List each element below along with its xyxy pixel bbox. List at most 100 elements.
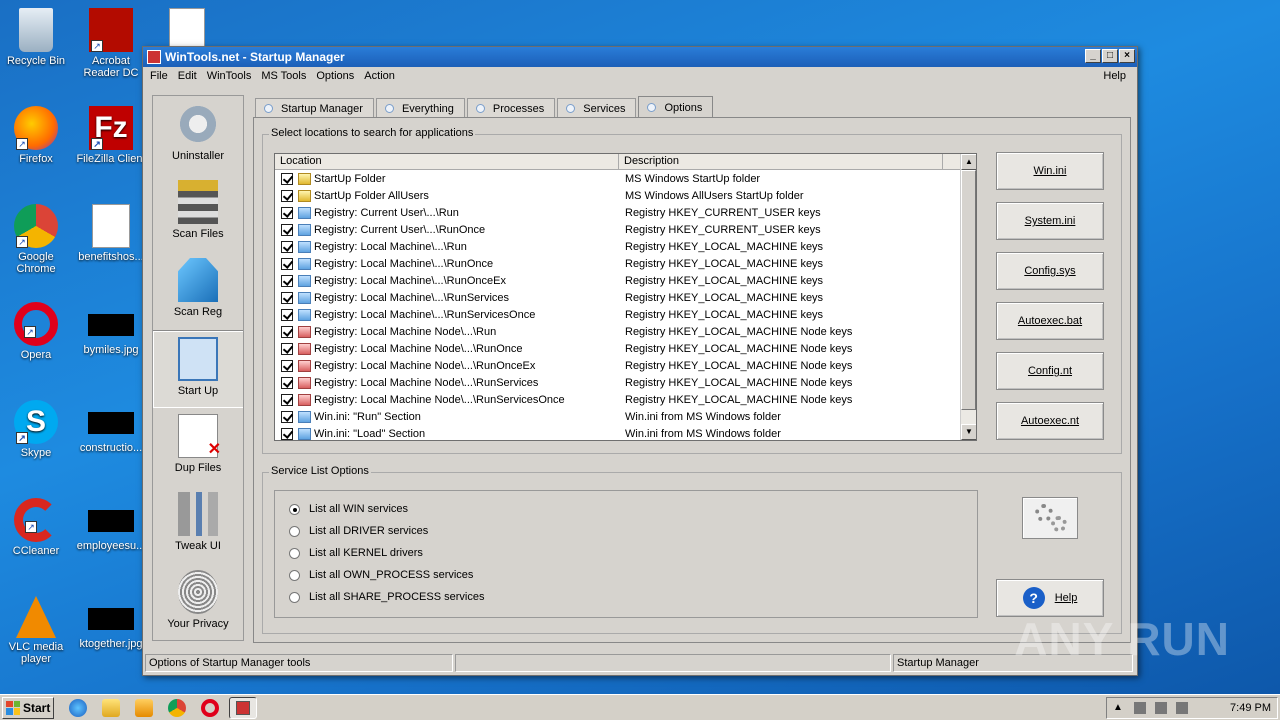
row-checkbox[interactable] — [281, 223, 293, 236]
table-row[interactable]: Registry: Local Machine\...\RunServicesO… — [275, 306, 976, 323]
table-row[interactable]: Registry: Local Machine\...\Run Registry … — [275, 238, 976, 255]
row-checkbox[interactable] — [281, 172, 293, 185]
desktop-icon-acrobat[interactable]: ↗ Acrobat Reader DC — [73, 8, 149, 79]
desktop-icon-opera[interactable]: ↗ Opera — [0, 302, 74, 361]
config-sys-button[interactable]: Config.sys — [996, 252, 1104, 290]
network-icon[interactable] — [1134, 701, 1146, 714]
desktop-icon-recycle-bin[interactable]: Recycle Bin — [0, 8, 74, 67]
table-row[interactable]: Registry: Local Machine\...\RunOnce Regis… — [275, 255, 976, 272]
title-bar[interactable]: WinTools.net - Startup Manager _ □ × — [143, 47, 1137, 67]
desktop-icon-bymiles[interactable]: bymiles.jpg — [73, 302, 149, 356]
row-checkbox[interactable] — [281, 274, 293, 287]
list-scrollbar[interactable]: ▲ ▼ — [960, 154, 976, 440]
scroll-up-arrow-icon[interactable]: ▲ — [961, 154, 976, 170]
file-explorer-icon[interactable] — [102, 698, 120, 717]
row-checkbox[interactable] — [281, 240, 293, 253]
radio-driver-services[interactable]: List all DRIVER services — [289, 525, 428, 537]
locations-list[interactable]: Location Description StartUp Folder MS Wi… — [274, 153, 977, 441]
clock[interactable]: 7:49 PM — [1230, 702, 1271, 714]
tool-scan-reg[interactable]: Scan Reg — [153, 252, 243, 330]
row-checkbox[interactable] — [281, 189, 293, 202]
row-checkbox[interactable] — [281, 410, 293, 423]
table-row[interactable]: Win.ini: "Run" Section Win.ini from MS Wi… — [275, 408, 976, 425]
table-row[interactable]: Registry: Local Machine Node\...\Run Regi… — [275, 323, 976, 340]
table-row[interactable]: Registry: Local Machine Node\...\RunServ… — [275, 374, 976, 391]
row-checkbox[interactable] — [281, 376, 293, 389]
menu-edit[interactable]: Edit — [173, 67, 202, 86]
table-row[interactable]: Registry: Local Machine Node\...\RunOnce… — [275, 340, 976, 357]
autoexec-nt-button[interactable]: Autoexec.nt — [996, 402, 1104, 440]
tab-everything[interactable]: Everything — [375, 98, 465, 118]
desktop-icon-vlc[interactable]: VLC media player — [0, 596, 74, 665]
table-row[interactable]: Registry: Current User\...\RunOnce Regist… — [275, 221, 976, 238]
row-checkbox[interactable] — [281, 308, 293, 321]
row-checkbox[interactable] — [281, 359, 293, 372]
row-checkbox[interactable] — [281, 206, 293, 219]
tab-options[interactable]: Options — [638, 96, 714, 118]
tool-scan-files[interactable]: Scan Files — [153, 174, 243, 252]
menu-ms-tools[interactable]: MS Tools — [256, 67, 311, 86]
tab-services[interactable]: Services — [557, 98, 637, 118]
desktop-icon-skype[interactable]: S ↗ Skype — [0, 400, 74, 459]
menu-help[interactable]: Help — [1098, 67, 1131, 86]
tool-tweak-ui[interactable]: Tweak UI — [153, 486, 243, 564]
tool-your-privacy[interactable]: Your Privacy — [153, 564, 243, 642]
desktop-icon-ccleaner[interactable]: ↗ CCleaner — [0, 498, 74, 557]
radio-win-services[interactable]: List all WIN services — [289, 503, 408, 515]
row-checkbox[interactable] — [281, 342, 293, 355]
table-row[interactable]: Registry: Local Machine Node\...\RunServ… — [275, 391, 976, 408]
table-row[interactable]: Registry: Local Machine\...\RunServices R… — [275, 289, 976, 306]
media-player-icon[interactable] — [135, 698, 153, 717]
menu-options[interactable]: Options — [311, 67, 359, 86]
table-row[interactable]: StartUp Folder MS Windows StartUp folder — [275, 170, 976, 187]
tool-start-up[interactable]: Start Up — [153, 330, 243, 408]
desktop-icon-firefox[interactable]: ↗ Firefox — [0, 106, 74, 165]
menu-wintools[interactable]: WinTools — [202, 67, 257, 86]
desktop-icon-chrome[interactable]: ↗ Google Chrome — [0, 204, 74, 275]
config-nt-button[interactable]: Config.nt — [996, 352, 1104, 390]
tool-dup-files[interactable]: ✕ Dup Files — [153, 408, 243, 486]
internet-explorer-icon[interactable] — [69, 698, 87, 717]
menu-file[interactable]: File — [145, 67, 173, 86]
radio-own-process[interactable]: List all OWN_PROCESS services — [289, 569, 473, 581]
table-row[interactable]: StartUp Folder AllUsers MS Windows AllUse… — [275, 187, 976, 204]
column-header-description[interactable]: Description — [619, 154, 943, 169]
tab-startup-manager[interactable]: Startup Manager — [255, 98, 374, 118]
wintools-taskbar-icon[interactable] — [229, 696, 257, 719]
start-button[interactable]: Start — [2, 696, 54, 719]
action-center-flag-icon[interactable] — [1176, 701, 1188, 714]
autoexec-bat-button[interactable]: Autoexec.bat — [996, 302, 1104, 340]
table-row[interactable]: Registry: Current User\...\Run Registry H… — [275, 204, 976, 221]
row-checkbox[interactable] — [281, 393, 293, 406]
table-row[interactable]: Registry: Local Machine Node\...\RunOnce… — [275, 357, 976, 374]
row-checkbox[interactable] — [281, 291, 293, 304]
row-checkbox[interactable] — [281, 325, 293, 338]
row-checkbox[interactable] — [281, 427, 293, 440]
tab-processes[interactable]: Processes — [466, 98, 556, 118]
radio-share-process[interactable]: List all SHARE_PROCESS services — [289, 591, 484, 603]
table-row[interactable]: Registry: Local Machine\...\RunOnceEx Reg… — [275, 272, 976, 289]
chrome-taskbar-icon[interactable] — [168, 698, 186, 717]
minimize-button[interactable]: _ — [1085, 49, 1101, 63]
close-button[interactable]: × — [1119, 49, 1135, 63]
desktop-icon-benefits-doc[interactable]: benefitshos... — [73, 204, 149, 263]
volume-icon[interactable] — [1155, 701, 1167, 714]
win-ini-button[interactable]: Win.ini — [996, 152, 1104, 190]
maximize-button[interactable]: □ — [1102, 49, 1118, 63]
table-row[interactable]: Win.ini: "Load" Section Win.ini from MS W… — [275, 425, 976, 440]
desktop-icon-ktogether[interactable]: ktogether.jpg — [73, 596, 149, 650]
desktop-icon-filezilla[interactable]: Fz ↗ FileZilla Client — [73, 106, 149, 165]
desktop-icon-construction[interactable]: constructio... — [73, 400, 149, 454]
tray-expand-icon[interactable]: ▲ — [1113, 702, 1125, 714]
column-header-location[interactable]: Location — [275, 154, 619, 169]
radio-kernel-drivers[interactable]: List all KERNEL drivers — [289, 547, 423, 559]
tool-uninstaller[interactable]: Uninstaller — [153, 96, 243, 174]
row-checkbox[interactable] — [281, 257, 293, 270]
gear-icon[interactable] — [1022, 497, 1078, 539]
desktop-icon-employees[interactable]: employeesu... — [73, 498, 149, 552]
opera-taskbar-icon[interactable] — [201, 698, 219, 717]
system-ini-button[interactable]: System.ini — [996, 202, 1104, 240]
menu-action[interactable]: Action — [359, 67, 400, 86]
scroll-down-arrow-icon[interactable]: ▼ — [961, 424, 976, 440]
scroll-thumb[interactable] — [961, 170, 976, 410]
